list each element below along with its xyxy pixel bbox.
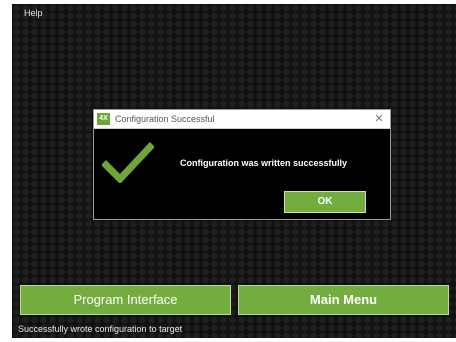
dialog-message: Configuration was written successfully [180, 158, 348, 168]
dialog-title: Configuration Successful [115, 114, 215, 124]
status-bar: Successfully wrote configuration to targ… [12, 320, 456, 338]
status-text: Successfully wrote configuration to targ… [18, 324, 183, 334]
checkmark-icon [102, 142, 154, 183]
dialog-titlebar: 4X Configuration Successful ✕ [94, 110, 390, 129]
help-menu[interactable]: Help [24, 8, 43, 18]
ok-button[interactable]: OK [284, 191, 366, 213]
app-logo-icon: 4X [97, 113, 110, 125]
configuration-successful-dialog: 4X Configuration Successful ✕ Configurat… [93, 109, 391, 220]
main-menu-button[interactable]: Main Menu [238, 285, 449, 315]
program-interface-button[interactable]: Program Interface [20, 285, 231, 315]
close-icon[interactable]: ✕ [372, 112, 386, 126]
menu-bar: Help [12, 4, 456, 22]
app-window: Help 4X Configuration Successful ✕ Confi… [12, 4, 456, 338]
